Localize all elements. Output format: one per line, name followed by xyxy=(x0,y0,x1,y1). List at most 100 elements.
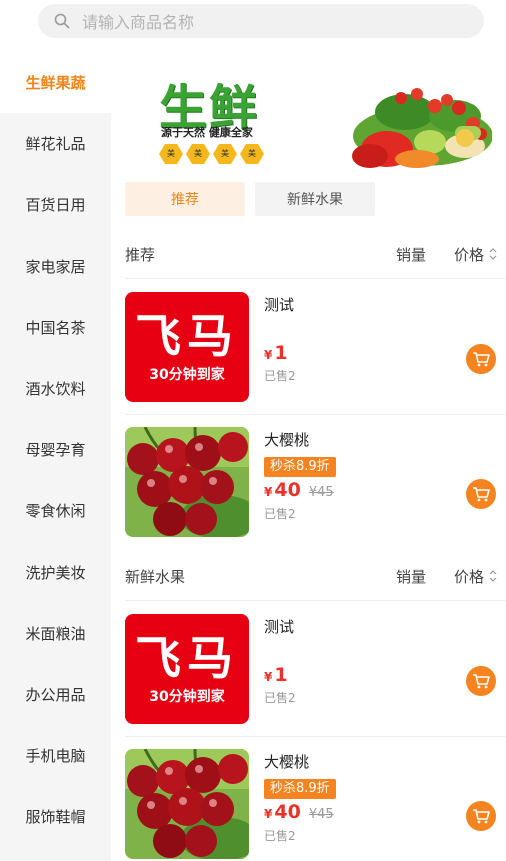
original-price: ¥45 xyxy=(308,807,334,822)
sidebar-item-tea[interactable]: 中国名茶 xyxy=(0,297,111,358)
sort-price-label: 价格 xyxy=(454,245,485,264)
sold-count: 已售2 xyxy=(264,369,296,383)
sidebar-item-label: 生鲜果蔬 xyxy=(25,74,86,93)
sidebar-item-snacks[interactable]: 零食休闲 xyxy=(0,480,111,541)
sidebar-item-electronics[interactable]: 手机电脑 xyxy=(0,725,111,786)
product-price: 1 xyxy=(274,664,288,686)
sidebar-item-drinks[interactable]: 酒水饮料 xyxy=(0,358,111,419)
hexagon-badge: 美 xyxy=(213,144,237,164)
flash-sale-badge: 秒杀8.9折 xyxy=(264,779,336,799)
logo-text: 飞马 xyxy=(135,309,239,363)
product-name: 大樱桃 xyxy=(264,431,310,449)
banner-slogan: 源于天然 健康全家 xyxy=(161,126,253,139)
cart-icon xyxy=(473,352,490,367)
sold-count: 已售2 xyxy=(264,829,296,843)
section-title: 新鲜水果 xyxy=(125,567,186,586)
product-name: 测试 xyxy=(264,296,295,314)
sort-by-price[interactable]: 价格 xyxy=(454,566,506,587)
search-placeholder[interactable]: 请输入商品名称 xyxy=(82,9,194,33)
sidebar-item-label: 洗护美妆 xyxy=(25,563,86,582)
sidebar-item-appliances[interactable]: 家电家居 xyxy=(0,236,111,297)
search-bar[interactable]: 请输入商品名称 xyxy=(38,4,484,38)
product-item[interactable]: 大樱桃 秒杀8.9折 ¥ 40 ¥45 已售2 xyxy=(125,749,506,861)
sort-by-sales[interactable]: 销量 xyxy=(396,244,454,265)
product-price: 1 xyxy=(274,342,288,364)
top-bar: 请输入商品名称 xyxy=(0,0,506,52)
tab-fresh-fruit[interactable]: 新鲜水果 xyxy=(255,182,375,216)
section-header: 新鲜水果 销量 价格 xyxy=(125,561,506,591)
product-item[interactable]: 大樱桃 秒杀8.9折 ¥ 40 ¥45 已售2 xyxy=(125,427,506,539)
product-item[interactable]: 飞马 30分钟到家 测试 ¥ 1 已售2 xyxy=(125,292,506,404)
cherry-image xyxy=(125,427,249,537)
cart-icon xyxy=(473,674,490,689)
sidebar-item-fresh-produce[interactable]: 生鲜果蔬 xyxy=(0,52,111,114)
product-thumbnail[interactable] xyxy=(125,749,249,859)
currency-symbol: ¥ xyxy=(264,670,273,684)
product-item[interactable]: 飞马 30分钟到家 测试 ¥ 1 已售2 xyxy=(125,614,506,726)
section-title: 推荐 xyxy=(125,245,156,264)
category-sidebar: 生鲜果蔬 鲜花礼品 百货日用 家电家居 中国名茶 酒水饮料 母婴孕育 零食休闲 … xyxy=(0,52,111,861)
sidebar-item-grain-oil[interactable]: 米面粮油 xyxy=(0,603,111,664)
sold-count: 已售2 xyxy=(264,507,296,521)
product-thumbnail[interactable] xyxy=(125,427,249,537)
banner-hex-row: 美 美 美 美 xyxy=(159,144,264,164)
logo-text: 飞马 xyxy=(135,631,239,685)
currency-symbol: ¥ xyxy=(264,807,273,821)
sort-price-label: 价格 xyxy=(454,567,485,586)
sold-count: 已售2 xyxy=(264,691,296,705)
sidebar-item-label: 服饰鞋帽 xyxy=(25,808,86,827)
subcategory-tabs: 推荐 新鲜水果 xyxy=(125,182,375,216)
price-line: ¥ 40 ¥45 xyxy=(264,801,334,823)
product-name: 测试 xyxy=(264,618,295,636)
flash-sale-badge: 秒杀8.9折 xyxy=(264,457,336,477)
sidebar-item-baby[interactable]: 母婴孕育 xyxy=(0,419,111,480)
add-to-cart-button[interactable] xyxy=(466,344,496,374)
add-to-cart-button[interactable] xyxy=(466,479,496,509)
feima-logo: 飞马 30分钟到家 xyxy=(125,292,249,402)
sort-by-price[interactable]: 价格 xyxy=(454,244,506,265)
add-to-cart-button[interactable] xyxy=(466,666,496,696)
price-line: ¥ 40 ¥45 xyxy=(264,479,334,501)
hexagon-badge: 美 xyxy=(240,144,264,164)
divider xyxy=(125,736,506,737)
product-price: 40 xyxy=(274,479,301,501)
sort-by-sales[interactable]: 销量 xyxy=(396,566,454,587)
sort-arrows-icon xyxy=(489,248,497,260)
currency-symbol: ¥ xyxy=(264,485,273,499)
cart-icon xyxy=(473,809,490,824)
product-list-panel: 生鲜 源于天然 健康全家 美 美 美 美 推荐 新鲜水果 推荐 销量 价格 飞马 xyxy=(111,52,506,861)
currency-symbol: ¥ xyxy=(264,348,273,362)
sidebar-item-office[interactable]: 办公用品 xyxy=(0,664,111,725)
hexagon-badge: 美 xyxy=(159,144,183,164)
sidebar-item-label: 手机电脑 xyxy=(25,747,86,766)
sidebar-item-label: 米面粮油 xyxy=(25,624,86,643)
original-price: ¥45 xyxy=(308,485,334,500)
sidebar-item-flowers-gifts[interactable]: 鲜花礼品 xyxy=(0,113,111,174)
price-line: ¥ 1 xyxy=(264,664,288,686)
cart-icon xyxy=(473,487,490,502)
sidebar-item-label: 鲜花礼品 xyxy=(25,135,86,154)
divider xyxy=(125,600,506,601)
sidebar-item-label: 中国名茶 xyxy=(25,318,86,337)
section-header: 推荐 销量 价格 xyxy=(125,239,506,269)
sidebar-item-label: 母婴孕育 xyxy=(25,441,86,460)
cherry-image xyxy=(125,749,249,859)
sidebar-item-label: 办公用品 xyxy=(25,685,86,704)
divider xyxy=(125,414,506,415)
logo-subtext: 30分钟到家 xyxy=(149,689,225,705)
product-price: 40 xyxy=(274,801,301,823)
sidebar-item-apparel[interactable]: 服饰鞋帽 xyxy=(0,786,111,847)
sidebar-item-beauty[interactable]: 洗护美妆 xyxy=(0,542,111,603)
search-icon xyxy=(54,13,70,29)
sidebar-item-daily-goods[interactable]: 百货日用 xyxy=(0,174,111,235)
feima-logo: 飞马 30分钟到家 xyxy=(125,614,249,724)
sidebar-item-label: 零食休闲 xyxy=(25,502,86,521)
product-thumbnail[interactable]: 飞马 30分钟到家 xyxy=(125,614,249,724)
sidebar-item-label: 酒水饮料 xyxy=(25,380,86,399)
category-banner[interactable]: 生鲜 源于天然 健康全家 美 美 美 美 xyxy=(155,64,493,172)
sort-arrows-icon xyxy=(489,570,497,582)
add-to-cart-button[interactable] xyxy=(466,801,496,831)
product-thumbnail[interactable]: 飞马 30分钟到家 xyxy=(125,292,249,402)
tab-recommended[interactable]: 推荐 xyxy=(125,182,245,216)
divider xyxy=(125,278,506,279)
